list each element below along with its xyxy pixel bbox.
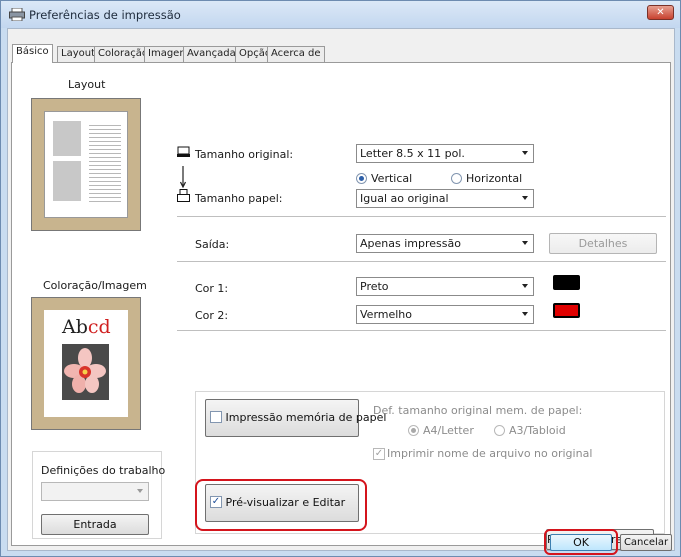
title-bar[interactable]: Preferências de impressão ✕ <box>1 1 680 28</box>
divider <box>177 216 666 217</box>
a3-tabloid-label: A3/Tabloid <box>509 424 566 437</box>
color1-swatch <box>553 275 580 290</box>
paper-memory-size-label: Def. tamanho original mem. de papel: <box>373 404 583 417</box>
orientation-vertical-radio[interactable] <box>356 173 367 184</box>
tab-acerca-de[interactable]: Acerca de <box>267 46 325 62</box>
color1-select[interactable]: Preto <box>356 277 534 296</box>
arrow-down-icon <box>180 166 186 188</box>
close-button[interactable]: ✕ <box>647 5 674 20</box>
chevron-down-icon <box>522 241 528 245</box>
window-title: Preferências de impressão <box>29 8 181 22</box>
tab-layout[interactable]: Layout <box>57 46 99 62</box>
job-settings-select[interactable] <box>41 482 149 501</box>
printer-output-icon <box>177 189 190 202</box>
a3-tabloid-radio[interactable] <box>494 425 505 436</box>
tab-basico[interactable]: Básico <box>12 44 53 63</box>
layout-preview-label: Layout <box>68 78 106 91</box>
paper-size-select[interactable]: Igual ao original <box>356 189 534 208</box>
job-settings-label: Definições do trabalho <box>41 464 166 477</box>
orientation-horizontal-label: Horizontal <box>466 172 523 185</box>
paper-memory-button[interactable]: Impressão memória de papel <box>205 399 386 437</box>
entry-button[interactable]: Entrada <box>41 514 149 535</box>
output-label: Saída: <box>195 238 230 251</box>
original-size-select[interactable]: Letter 8.5 x 11 pol. <box>356 144 534 163</box>
basic-tab-panel: Layout Coloração/Imagem Abcd Tamanho ori… <box>11 62 671 550</box>
flower-image-icon <box>62 344 109 400</box>
orientation-vertical-label: Vertical <box>371 172 413 185</box>
print-preferences-window: Preferências de impressão ✕ Básico Layou… <box>0 0 681 557</box>
ok-highlight <box>544 529 618 555</box>
sample-text: Abcd <box>62 316 111 338</box>
preview-edit-highlight <box>195 479 367 531</box>
paper-size-label: Tamanho papel: <box>195 192 283 205</box>
divider <box>177 261 666 262</box>
color2-select[interactable]: Vermelho <box>356 305 534 324</box>
chevron-down-icon <box>522 151 528 155</box>
page-preview-icon <box>44 111 128 218</box>
printer-icon <box>9 8 25 21</box>
paper-memory-checkbox[interactable] <box>210 411 222 423</box>
chevron-down-icon <box>522 312 528 316</box>
original-size-label: Tamanho original: <box>195 148 294 161</box>
chevron-down-icon <box>522 196 528 200</box>
chevron-down-icon <box>137 489 143 493</box>
divider <box>177 330 666 331</box>
layout-preview <box>31 98 141 231</box>
orientation-horizontal-radio[interactable] <box>451 173 462 184</box>
print-filename-checkbox[interactable]: ✓ <box>373 448 385 460</box>
output-select[interactable]: Apenas impressão <box>356 234 534 253</box>
color-image-preview-label: Coloração/Imagem <box>43 279 147 292</box>
color2-swatch <box>553 303 580 318</box>
color-image-preview: Abcd <box>31 297 141 430</box>
color1-label: Cor 1: <box>195 282 229 295</box>
color2-label: Cor 2: <box>195 309 229 322</box>
a4-letter-radio[interactable] <box>408 425 419 436</box>
scanner-icon <box>177 146 190 157</box>
sample-page: Abcd <box>44 310 128 417</box>
details-button[interactable]: Detalhes <box>549 233 657 254</box>
chevron-down-icon <box>522 284 528 288</box>
a4-letter-label: A4/Letter <box>423 424 474 437</box>
cancel-button[interactable]: Cancelar <box>620 534 672 551</box>
dialog-client-area: Básico Layout Coloração Imagem Avançadas… <box>7 28 675 555</box>
print-filename-label: Imprimir nome de arquivo no original <box>387 447 593 460</box>
